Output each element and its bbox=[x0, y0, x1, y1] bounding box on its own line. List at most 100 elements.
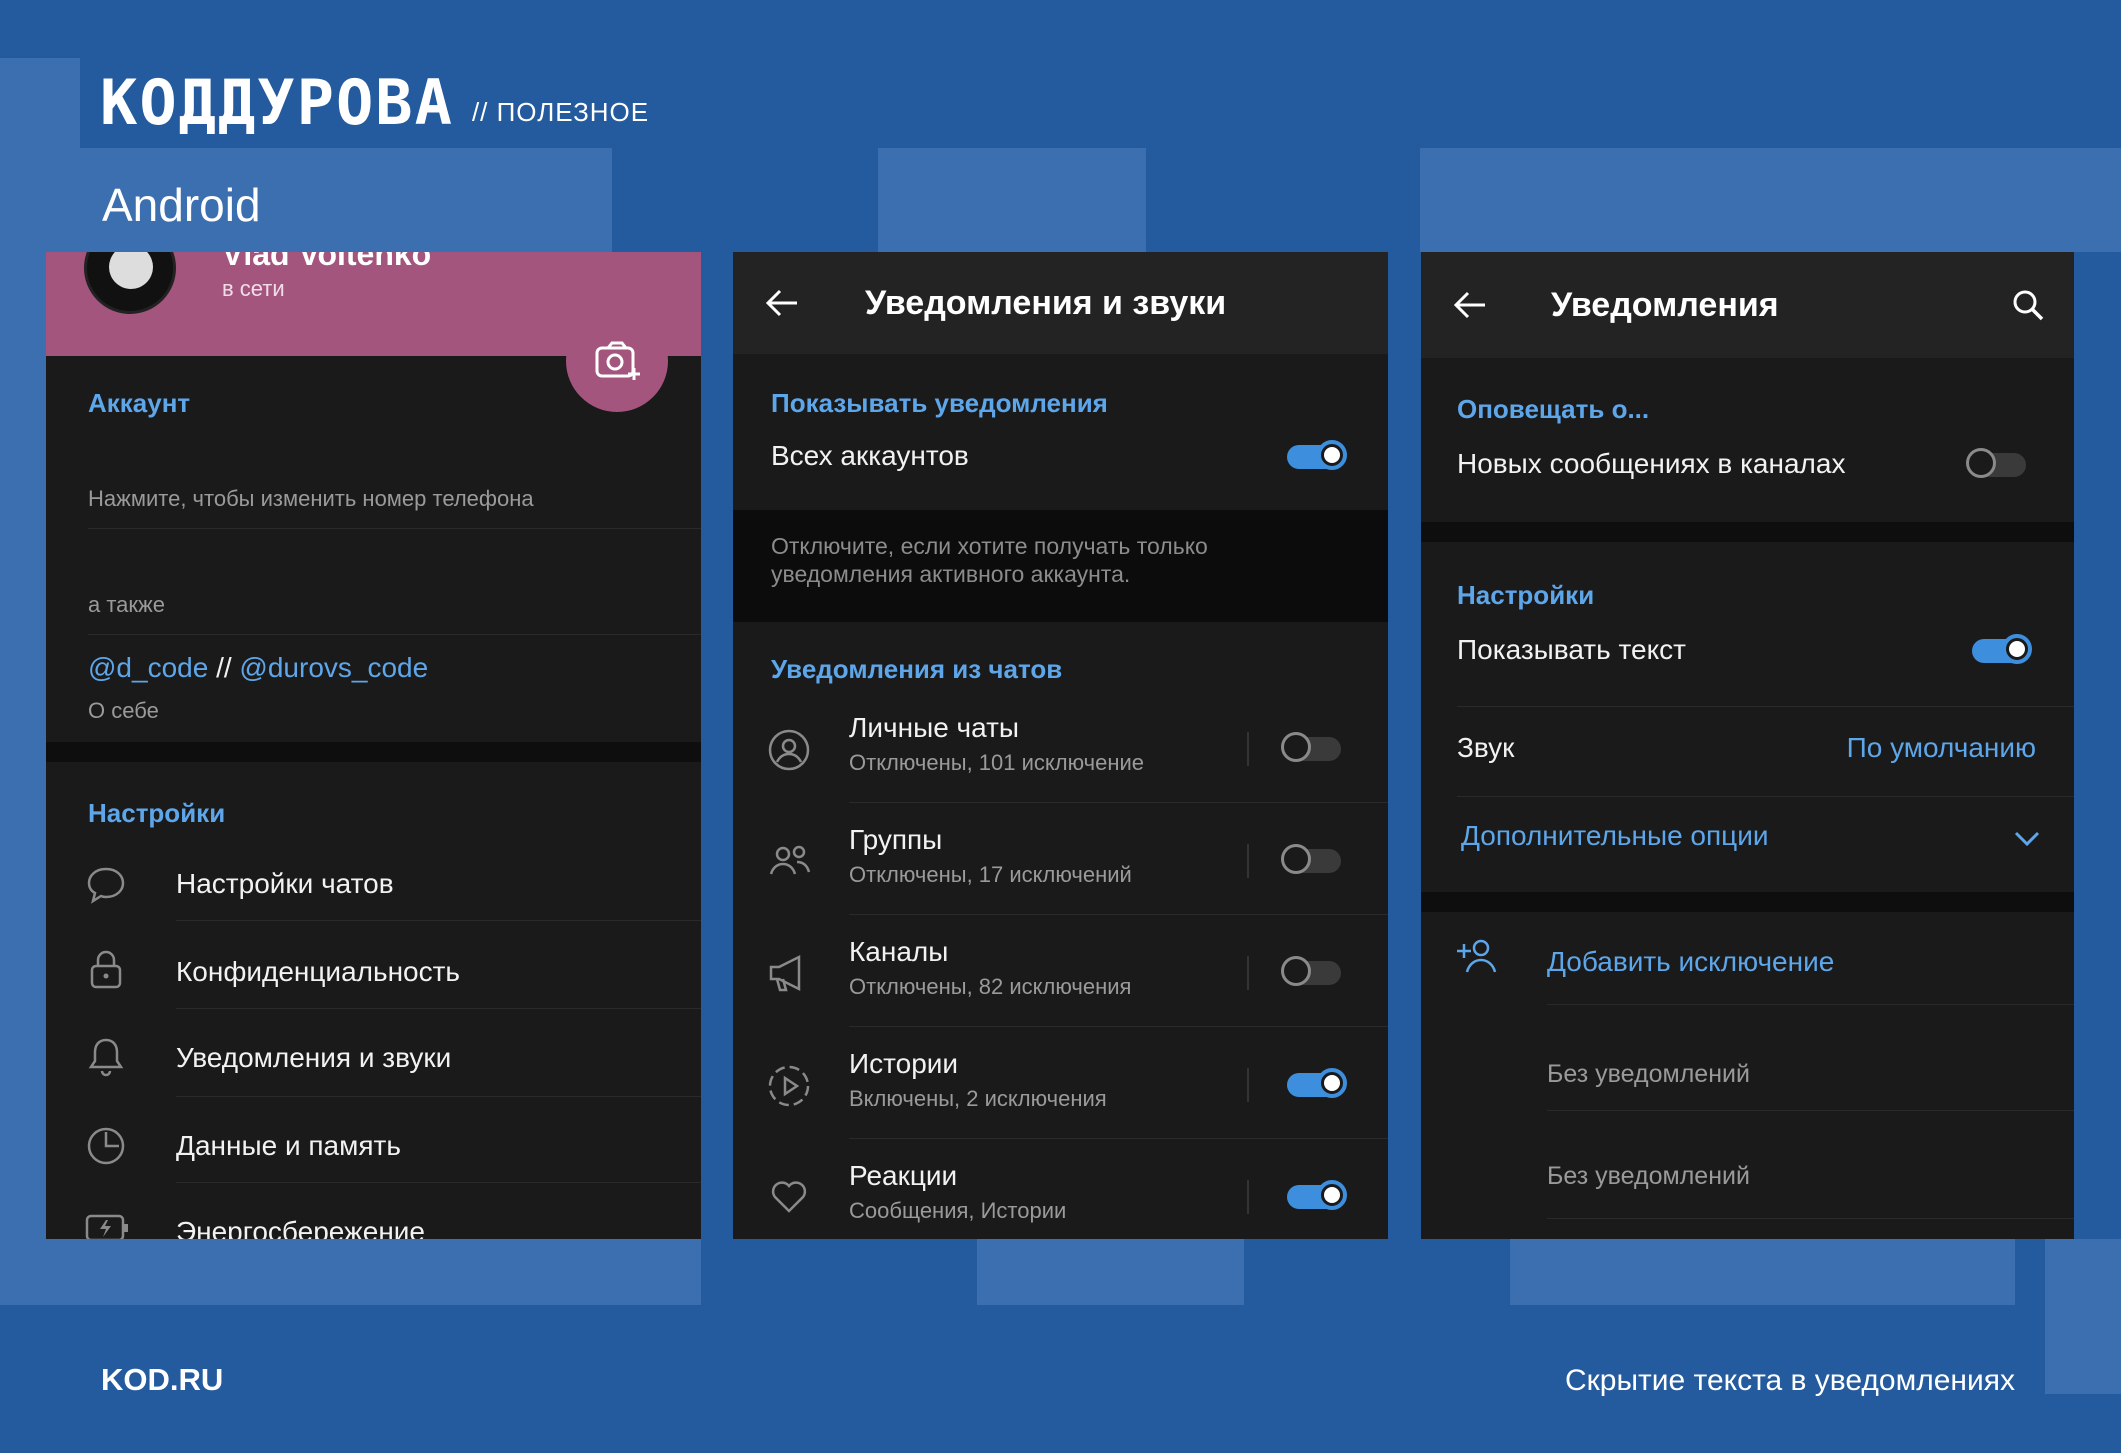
sound-value[interactable]: По умолчанию bbox=[1847, 732, 2036, 764]
separator bbox=[1247, 732, 1249, 766]
bio-text[interactable]: @d_code // @durovs_code bbox=[88, 652, 428, 684]
notif-item-reactions[interactable]: Реакции Сообщения, Истории bbox=[733, 1140, 1388, 1239]
notif-item-sub: Включены, 2 исключения bbox=[849, 1086, 1107, 1111]
show-text-row[interactable]: Показывать текст bbox=[1421, 616, 2074, 696]
notify-about-section-title: Оповещать о... bbox=[1457, 394, 1650, 424]
menu-item-chat-settings[interactable]: Настройки чатов bbox=[46, 842, 701, 928]
menu-item-data-storage[interactable]: Данные и память bbox=[46, 1104, 701, 1190]
divider bbox=[88, 528, 701, 529]
groups-toggle[interactable] bbox=[1281, 842, 1343, 874]
phone-hint[interactable]: Нажмите, чтобы изменить номер телефона bbox=[88, 486, 534, 512]
exception-status: Без уведомлений bbox=[1547, 1162, 1750, 1190]
more-options-row[interactable]: Дополнительные опции bbox=[1421, 798, 2074, 880]
notif-item-private-chats[interactable]: Личные чаты Отключены, 101 исключение bbox=[733, 692, 1388, 802]
private-chats-toggle[interactable] bbox=[1281, 730, 1343, 762]
show-text-label: Показывать текст bbox=[1457, 634, 1686, 665]
divider bbox=[1547, 1218, 2074, 1219]
separator bbox=[1247, 1068, 1249, 1102]
settings-section-title: Настройки bbox=[88, 798, 226, 828]
divider bbox=[849, 914, 1388, 915]
divider bbox=[88, 634, 701, 635]
all-accounts-toggle[interactable] bbox=[1285, 438, 1347, 470]
hint-text: Отключите, если хотите получать только у… bbox=[771, 533, 1208, 587]
notif-item-stories[interactable]: Истории Включены, 2 исключения bbox=[733, 1028, 1388, 1138]
separator bbox=[1247, 956, 1249, 990]
divider bbox=[1547, 1110, 2074, 1111]
stories-toggle[interactable] bbox=[1285, 1066, 1347, 1098]
battery-icon bbox=[84, 1212, 130, 1239]
camera-add-icon bbox=[594, 340, 642, 387]
notif-item-label: Личные чаты bbox=[849, 712, 1020, 743]
camera-button[interactable] bbox=[566, 310, 668, 412]
menu-item-privacy[interactable]: Конфиденциальность bbox=[46, 928, 701, 1014]
divider bbox=[849, 1026, 1388, 1027]
exception-item[interactable]: Без уведомлений bbox=[1421, 1006, 2074, 1110]
back-arrow-icon[interactable] bbox=[1453, 290, 1487, 320]
separator bbox=[1247, 844, 1249, 878]
add-person-icon bbox=[1455, 936, 1503, 976]
also-label: а также bbox=[88, 592, 165, 617]
notif-item-label: Истории bbox=[849, 1048, 959, 1079]
screen-notifications: Уведомления Оповещать о... Новых сообщен… bbox=[1421, 252, 2074, 1239]
divider bbox=[176, 920, 701, 921]
chat-notifications-section-title: Уведомления из чатов bbox=[771, 654, 1063, 684]
chat-bubble-icon bbox=[86, 866, 126, 904]
all-accounts-label: Всех аккаунтов bbox=[771, 440, 969, 471]
menu-item-label: Конфиденциальность bbox=[176, 956, 461, 987]
search-icon[interactable] bbox=[2011, 288, 2045, 322]
notif-item-groups[interactable]: Группы Отключены, 17 исключений bbox=[733, 804, 1388, 914]
exception-item[interactable]: Без уведомлений bbox=[1421, 1112, 2074, 1216]
new-channel-messages-toggle[interactable] bbox=[1966, 446, 2028, 478]
menu-item-notifications[interactable]: Уведомления и звуки bbox=[46, 1016, 701, 1102]
bg-block bbox=[977, 1239, 1244, 1305]
bio-handle-durovs-code[interactable]: @durovs_code bbox=[239, 652, 428, 683]
divider bbox=[849, 1138, 1388, 1139]
profile-status: в сети bbox=[222, 276, 285, 301]
divider bbox=[1457, 796, 2074, 797]
new-channel-messages-label: Новых сообщениях в каналах bbox=[1457, 448, 1846, 479]
add-exception-label: Добавить исключение bbox=[1547, 946, 1835, 977]
page-title: Уведомления bbox=[1551, 286, 1779, 324]
notif-item-sub: Отключены, 82 исключения bbox=[849, 974, 1132, 999]
menu-item-label: Энергосбережение bbox=[176, 1216, 426, 1239]
notif-item-channels[interactable]: Каналы Отключены, 82 исключения bbox=[733, 916, 1388, 1026]
notif-item-label: Группы bbox=[849, 824, 943, 855]
sound-row[interactable]: Звук По умолчанию bbox=[1421, 708, 2074, 794]
all-accounts-row[interactable]: Всех аккаунтов bbox=[733, 422, 1388, 502]
pie-chart-icon bbox=[86, 1126, 126, 1166]
notif-item-sub: Сообщения, Истории bbox=[849, 1198, 1067, 1223]
bg-block bbox=[878, 148, 1146, 252]
menu-item-power-saving[interactable]: Энергосбережение bbox=[46, 1190, 701, 1239]
new-channel-messages-row[interactable]: Новых сообщениях в каналах bbox=[1421, 430, 2074, 510]
bell-icon bbox=[88, 1036, 124, 1078]
person-icon bbox=[767, 728, 811, 772]
lock-icon bbox=[88, 948, 124, 990]
section-spacer bbox=[1421, 522, 2074, 542]
separator bbox=[1247, 1180, 1249, 1214]
screen-profile-settings: Vlad Voitenko в сети Аккаунт Нажмите, чт… bbox=[46, 252, 701, 1239]
chevron-down-icon bbox=[2013, 830, 2041, 848]
reactions-toggle[interactable] bbox=[1285, 1178, 1347, 1210]
menu-item-label: Настройки чатов bbox=[176, 868, 394, 899]
section-spacer bbox=[46, 742, 701, 762]
settings-section-title: Настройки bbox=[1457, 580, 1595, 610]
bg-block bbox=[0, 1239, 701, 1305]
sound-label: Звук bbox=[1457, 732, 1515, 763]
account-section-title: Аккаунт bbox=[88, 388, 191, 418]
bio-handle-d-code[interactable]: @d_code bbox=[88, 652, 208, 683]
show-text-toggle[interactable] bbox=[1970, 632, 2032, 664]
back-arrow-icon[interactable] bbox=[765, 288, 799, 318]
bg-block bbox=[1420, 148, 2121, 252]
channels-toggle[interactable] bbox=[1281, 954, 1343, 986]
exception-status: Без уведомлений bbox=[1547, 1060, 1750, 1088]
notif-item-sub: Отключены, 17 исключений bbox=[849, 862, 1132, 887]
divider bbox=[1547, 1004, 2074, 1005]
footer-caption: Скрытие текста в уведомлениях bbox=[1565, 1364, 2015, 1397]
brand: КОДДУРОВА // ПОЛЕЗНОЕ bbox=[100, 72, 649, 134]
hint-block: Отключите, если хотите получать только у… bbox=[733, 510, 1388, 622]
group-icon bbox=[767, 840, 813, 880]
brand-logo: КОДДУРОВА bbox=[100, 66, 454, 139]
more-options-label: Дополнительные опции bbox=[1461, 820, 1769, 851]
notif-item-label: Реакции bbox=[849, 1160, 958, 1191]
add-exception-row[interactable]: Добавить исключение bbox=[1421, 924, 2074, 1004]
